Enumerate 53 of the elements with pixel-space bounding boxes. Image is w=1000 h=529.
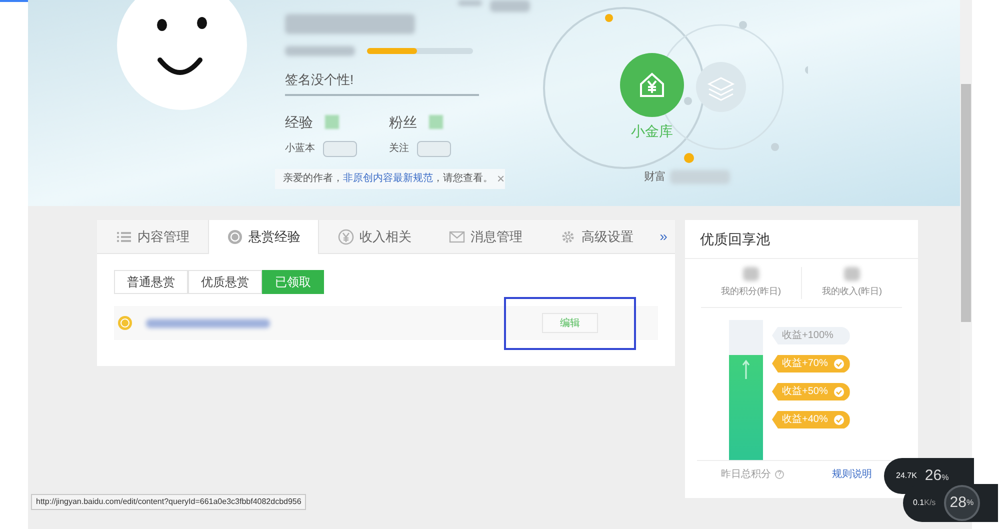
rules-link[interactable]: 规则说明 <box>832 466 872 482</box>
cpu-reading: 26% <box>924 466 949 486</box>
tier-tag: 收益+50% <box>772 382 850 400</box>
stat-label: 小蓝本 <box>285 142 315 156</box>
blurred-text <box>490 0 530 12</box>
notice-link[interactable]: 非原创内容最新规范 <box>343 173 433 184</box>
tab[interactable]: 悬赏经验 <box>208 220 319 254</box>
memory-reading: 28% <box>944 485 980 521</box>
coin-icon <box>226 229 242 245</box>
blurred-text <box>458 0 482 6</box>
tier-tag: 收益+40% <box>772 410 850 428</box>
notice-text: 亲爱的作者，非原创内容最新规范，请您查看。 <box>283 172 493 186</box>
filter-tab[interactable]: 普通悬赏 <box>114 270 188 294</box>
blurred-text <box>844 267 860 281</box>
pool-title: 优质回享池 <box>700 230 771 249</box>
metric-label: 我的积分(昨日) <box>721 285 781 298</box>
check-icon <box>834 386 844 396</box>
scrollbar-thumb[interactable] <box>961 84 971 322</box>
download-speed: 0.1K/s <box>913 497 936 509</box>
metric-label: 我的收入(昨日) <box>822 285 882 298</box>
status-url-tooltip: http://jingyan.baidu.com/edit/content?queryId=661a0e3c3fbbf4082dcbd956 <box>31 494 306 510</box>
upload-speed: 24.7K <box>896 470 917 482</box>
count-pill <box>323 140 357 156</box>
total-points-label: 昨日总积分 <box>721 468 771 482</box>
stat-label: 关注 <box>389 142 409 156</box>
gear-icon <box>560 228 576 244</box>
signature-field[interactable]: 签名没个性! <box>285 70 479 96</box>
tab[interactable]: 收入相关 <box>319 220 430 254</box>
vault-button[interactable] <box>620 53 684 117</box>
blurred-text <box>670 170 730 184</box>
tab[interactable]: 高级设置 <box>541 220 652 254</box>
filter-tab[interactable]: 优质悬赏 <box>188 270 262 294</box>
count-pill <box>417 140 451 156</box>
blurred-value <box>429 115 443 129</box>
close-button[interactable]: × <box>497 172 505 185</box>
wealth-label: 财富 <box>644 170 666 185</box>
mail-icon <box>448 228 464 244</box>
yen-icon <box>338 228 354 244</box>
stat-label: 经验 <box>285 112 313 132</box>
check-icon <box>834 414 844 424</box>
check-icon <box>834 358 844 368</box>
stat-label: 粉丝 <box>389 112 417 132</box>
tier-tag: 收益+70% <box>772 354 850 372</box>
blurred-text <box>285 46 355 56</box>
house-yen-icon <box>637 70 667 100</box>
blurred-text <box>743 267 759 281</box>
up-arrow-icon <box>742 358 750 378</box>
blurred-value <box>325 115 339 129</box>
filter-tab[interactable]: 已领取 <box>262 270 324 294</box>
tier-tag: 收益+100% <box>772 326 850 344</box>
tab[interactable]: 消息管理 <box>430 220 541 254</box>
coin-icon <box>118 316 132 330</box>
more-tabs-button[interactable]: » <box>652 220 675 254</box>
